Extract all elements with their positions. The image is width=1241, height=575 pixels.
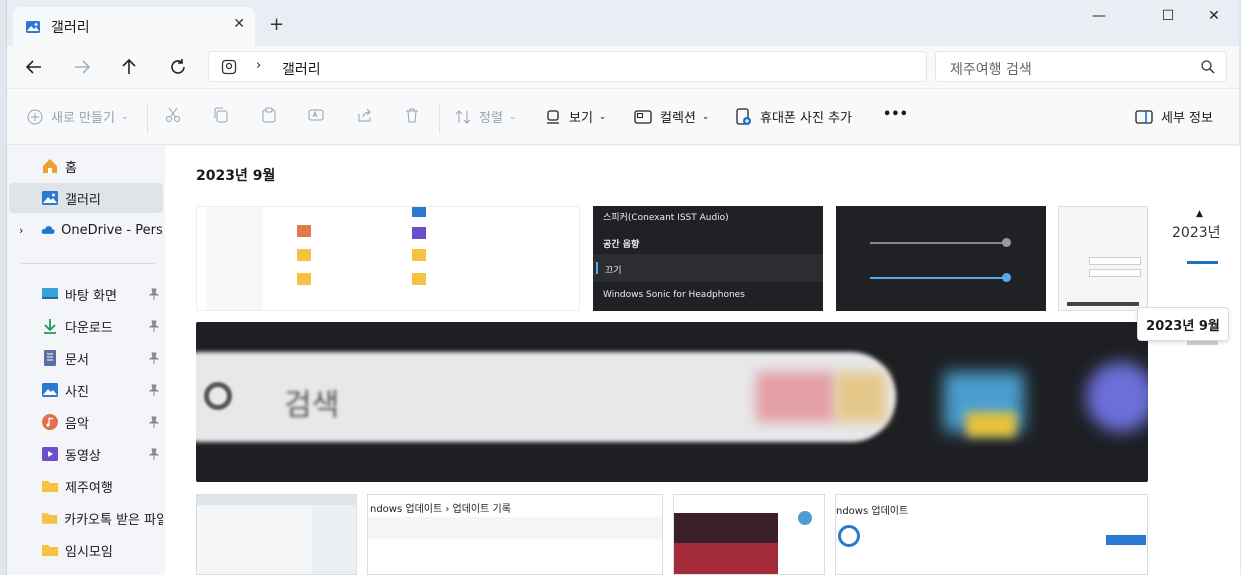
onedrive-cloud-icon xyxy=(41,226,55,234)
timeline-tooltip: 2023년 9월 xyxy=(1137,307,1229,341)
folder-icon xyxy=(42,545,58,556)
home-icon xyxy=(43,159,57,173)
pin-icon[interactable] xyxy=(149,320,159,332)
pin-icon[interactable] xyxy=(149,416,159,428)
photo-thumbnail-volume-panel[interactable] xyxy=(836,206,1046,311)
breadcrumb-chevron-icon[interactable]: › xyxy=(256,58,261,73)
sidebar-item-desktop[interactable]: 바탕 화면 xyxy=(9,279,163,309)
pin-icon[interactable] xyxy=(149,352,159,364)
photo-thumbnail-explorer[interactable] xyxy=(196,206,580,311)
collection-icon xyxy=(634,109,652,124)
cut-icon[interactable] xyxy=(165,107,181,123)
details-label: 세부 정보 xyxy=(1161,111,1213,126)
back-arrow-icon[interactable] xyxy=(23,56,45,78)
timeline-up-arrow-icon[interactable]: ▲ xyxy=(1196,209,1203,219)
details-pane-button[interactable]: 세부 정보 xyxy=(1135,107,1213,126)
gallery-icon xyxy=(26,20,40,33)
view-label: 보기 xyxy=(569,111,593,126)
toolbar-divider xyxy=(147,103,148,133)
delete-icon[interactable] xyxy=(404,107,420,123)
maximize-button[interactable]: ☐ xyxy=(1145,8,1191,30)
gallery-icon xyxy=(42,191,58,205)
tab-title: 갤러리 xyxy=(51,19,90,36)
sidebar-divider xyxy=(21,263,155,264)
breadcrumb-gallery[interactable]: 갤러리 xyxy=(282,59,321,79)
photo-thumbnail-audio-settings[interactable]: 스피커(Conexant ISST Audio) 공간 음향 끄기 Window… xyxy=(593,206,823,311)
download-icon xyxy=(44,319,56,334)
desktop-icon xyxy=(42,288,58,299)
photo-thumbnail-code-editor[interactable] xyxy=(196,494,357,575)
view-icon xyxy=(547,109,559,124)
minimize-button[interactable]: — xyxy=(1076,8,1122,30)
sidebar-item-downloads[interactable]: 다운로드 xyxy=(9,311,163,341)
navigation-pane: 홈 갤러리 › OneDrive - Personal 바탕 화면 다운로드 문… xyxy=(7,146,165,575)
close-window-button[interactable]: ✕ xyxy=(1191,8,1237,30)
sidebar-item-pictures[interactable]: 사진 xyxy=(9,375,163,405)
navigation-bar: › 갤러리 제주여행 검색 xyxy=(7,46,1239,88)
up-arrow-icon[interactable] xyxy=(118,56,140,78)
new-button[interactable]: 새로 만들기 ⌄ xyxy=(27,107,128,126)
add-phone-photos-button[interactable]: 휴대폰 사진 추가 xyxy=(736,107,852,126)
new-tab-button[interactable]: + xyxy=(269,14,284,35)
title-bar: 갤러리 ✕ + — ☐ ✕ xyxy=(7,0,1239,46)
paste-icon[interactable] xyxy=(261,107,277,123)
search-icon xyxy=(1201,60,1215,74)
rename-icon[interactable] xyxy=(308,107,324,123)
address-bar[interactable]: › 갤러리 xyxy=(208,51,927,82)
phone-add-icon xyxy=(736,107,751,125)
plus-circle-icon xyxy=(27,109,43,124)
sidebar-item-temp-meeting[interactable]: 임시모임 xyxy=(9,535,163,565)
photo-thumbnail-search-bar-zoom[interactable]: 검색 xyxy=(196,322,1148,482)
sidebar-item-videos[interactable]: 동영상 xyxy=(9,439,163,469)
sort-label: 정렬 xyxy=(479,111,503,126)
tab-gallery[interactable]: 갤러리 ✕ xyxy=(13,7,255,46)
sidebar-item-documents[interactable]: 문서 xyxy=(9,343,163,373)
search-box[interactable]: 제주여행 검색 xyxy=(935,51,1227,82)
timeline-position-indicator[interactable] xyxy=(1187,261,1218,264)
photo-thumbnail-update-history[interactable]: ndows 업데이트 › 업데이트 기록 xyxy=(367,494,663,575)
share-icon[interactable] xyxy=(357,107,373,123)
collection-label: 컬렉션 xyxy=(660,111,696,126)
pin-icon[interactable] xyxy=(149,288,159,300)
pin-icon[interactable] xyxy=(149,448,159,460)
sidebar-item-onedrive[interactable]: › OneDrive - Personal xyxy=(9,215,163,245)
sidebar-item-music[interactable]: 음악 xyxy=(9,407,163,437)
more-options-button[interactable]: ••• xyxy=(883,107,908,122)
expand-chevron-icon[interactable]: › xyxy=(19,224,23,237)
toolbar-divider xyxy=(439,103,440,133)
view-button[interactable]: 보기 ⌄ xyxy=(545,107,606,126)
pin-icon[interactable] xyxy=(149,384,159,396)
tab-close-icon[interactable]: ✕ xyxy=(233,16,245,32)
folder-icon xyxy=(41,513,58,524)
video-icon xyxy=(42,447,58,461)
new-label: 새로 만들기 xyxy=(51,111,115,126)
file-explorer-window: 갤러리 ✕ + — ☐ ✕ › 갤러리 제주여행 검색 새로 만들기 ⌄ 정렬 … xyxy=(6,0,1240,575)
gallery-view: 2023년 9월 스피커(Conexant ISST Audio) 공간 음향 … xyxy=(165,146,1240,575)
photo-thumbnail-browser[interactable] xyxy=(673,494,825,575)
collection-button[interactable]: 컬렉션 ⌄ xyxy=(634,107,709,126)
sidebar-item-gallery[interactable]: 갤러리 xyxy=(9,183,163,213)
refresh-icon[interactable] xyxy=(167,56,189,78)
search-input[interactable]: 제주여행 검색 xyxy=(950,59,1032,79)
gallery-location-icon xyxy=(221,59,237,75)
copy-icon[interactable] xyxy=(213,107,229,123)
timeline-year-label[interactable]: 2023년 xyxy=(1172,222,1221,242)
sort-icon xyxy=(455,109,471,124)
pictures-icon xyxy=(42,383,58,397)
sidebar-item-kakaotalk-files[interactable]: 카카오톡 받은 파일 xyxy=(9,503,163,533)
forward-arrow-icon[interactable] xyxy=(71,56,93,78)
folder-icon xyxy=(42,481,58,492)
month-header: 2023년 9월 xyxy=(196,168,276,184)
photo-thumbnail-windows-update[interactable]: ndows 업데이트 xyxy=(835,494,1148,575)
music-icon xyxy=(42,414,58,430)
command-bar: 새로 만들기 ⌄ 정렬 ⌄ 보기 ⌄ 컬렉션 ⌄ 휴대폰 사진 추가 ••• 세부 정보 xyxy=(7,88,1239,145)
document-icon xyxy=(44,350,56,366)
sidebar-item-home[interactable]: 홈 xyxy=(9,151,163,181)
sidebar-item-jeju-trip[interactable]: 제주여행 xyxy=(9,471,163,501)
details-pane-icon xyxy=(1135,109,1153,124)
add-phone-label: 휴대폰 사진 추가 xyxy=(760,111,852,126)
sort-button[interactable]: 정렬 ⌄ xyxy=(455,107,516,126)
photo-thumbnail-chat[interactable] xyxy=(1058,206,1148,311)
